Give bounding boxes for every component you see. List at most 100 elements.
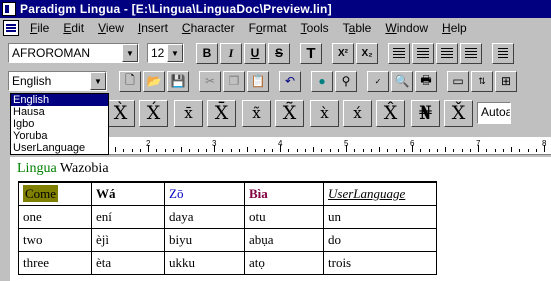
font-size-select[interactable]: 12 ▼ bbox=[147, 43, 184, 63]
table-cell[interactable]: atọ bbox=[244, 250, 324, 275]
ruler-tick bbox=[139, 149, 141, 152]
superscript-button[interactable]: X² bbox=[332, 42, 354, 64]
font-select[interactable]: AFROROMAN ▼ bbox=[8, 43, 139, 63]
table-cell[interactable]: Bìa bbox=[244, 181, 324, 206]
menu-character[interactable]: Character bbox=[175, 19, 242, 37]
table-cell[interactable]: daya bbox=[164, 204, 245, 229]
open-button[interactable]: 📂 bbox=[143, 70, 165, 92]
table-cell[interactable]: Come bbox=[18, 181, 92, 206]
document-icon[interactable] bbox=[3, 20, 19, 36]
italic-button[interactable]: I bbox=[220, 42, 242, 64]
chevron-down-icon[interactable]: ▼ bbox=[167, 44, 183, 62]
table-cell[interactable]: abụa bbox=[244, 227, 324, 252]
spell-check-icon: ✓ bbox=[374, 76, 382, 86]
ruler-tick bbox=[222, 149, 224, 152]
table-cell[interactable]: UserLanguage bbox=[323, 181, 437, 206]
web-button[interactable]: ● bbox=[311, 70, 333, 92]
language-option-igbo[interactable]: Igbo bbox=[11, 118, 108, 130]
find-button[interactable]: ⚲ bbox=[335, 70, 357, 92]
menu-help[interactable]: Help bbox=[435, 19, 474, 37]
language-option-hausa[interactable]: Hausa bbox=[11, 106, 108, 118]
menu-tools[interactable]: Tools bbox=[294, 19, 336, 37]
table-cell[interactable]: Wá bbox=[91, 181, 165, 206]
table-cell[interactable]: biyu bbox=[164, 227, 245, 252]
heading-word-lingua: Lingua bbox=[17, 161, 57, 176]
table-cell[interactable]: trois bbox=[323, 250, 437, 275]
char-button-macron-lower[interactable]: x̄ bbox=[174, 99, 203, 127]
sort-button[interactable]: ⇅ bbox=[471, 70, 493, 92]
table-cell[interactable]: one bbox=[18, 204, 92, 229]
style-select[interactable]: Autoa bbox=[477, 102, 511, 124]
menu-view[interactable]: View bbox=[91, 19, 131, 37]
table-cell[interactable]: èta bbox=[91, 250, 165, 275]
language-option-userlanguage[interactable]: UserLanguage bbox=[11, 142, 108, 154]
table-cell[interactable]: otu bbox=[244, 204, 324, 229]
menu-file[interactable]: File bbox=[23, 19, 56, 37]
menu-window[interactable]: Window bbox=[378, 19, 435, 37]
char-button-grave-lower[interactable]: x̀ bbox=[310, 99, 339, 127]
table-cell[interactable]: ukku bbox=[164, 250, 245, 275]
table-button[interactable]: ⊞ bbox=[495, 70, 517, 92]
paste-button[interactable]: 📋 bbox=[247, 70, 269, 92]
menu-bar: File Edit View Insert Character Format T… bbox=[0, 18, 551, 38]
justify-button[interactable] bbox=[460, 42, 482, 64]
char-button-macron-upper[interactable]: X̄ bbox=[207, 99, 236, 127]
language-table[interactable]: Come Wá Zō Bìa UserLanguage one ení daya… bbox=[18, 181, 437, 275]
window-icon: ▭ bbox=[452, 74, 464, 88]
document-heading[interactable]: Lingua Wazobia bbox=[17, 161, 109, 177]
menu-insert[interactable]: Insert bbox=[131, 19, 175, 37]
menu-table[interactable]: Table bbox=[336, 19, 379, 37]
table-cell[interactable]: Zō bbox=[164, 181, 245, 206]
style-value: Autoa bbox=[481, 105, 510, 119]
language-dropdown-list[interactable]: English Hausa Igbo Yoruba UserLanguage bbox=[10, 93, 109, 155]
ruler-number: 4 bbox=[278, 139, 283, 148]
menu-edit[interactable]: Edit bbox=[56, 19, 91, 37]
text-tool-button[interactable]: T bbox=[300, 42, 322, 64]
spell-check-button[interactable]: ✓ bbox=[367, 70, 389, 92]
strikethrough-button[interactable]: S bbox=[268, 42, 290, 64]
align-left-button[interactable] bbox=[388, 42, 410, 64]
ruler-tick bbox=[255, 149, 257, 152]
ruler-tick bbox=[115, 147, 116, 152]
table-cell[interactable]: do bbox=[323, 227, 437, 252]
char-button-tilde-upper[interactable]: X̃ bbox=[275, 99, 304, 127]
undo-button[interactable]: ↶ bbox=[279, 70, 301, 92]
char-button-acute-upper[interactable]: X́ bbox=[139, 99, 168, 127]
document-page[interactable]: Lingua Wazobia Come Wá Zō Bìa UserLangua… bbox=[10, 157, 551, 281]
new-document-button[interactable]: 🗋 bbox=[119, 70, 141, 92]
char-button-acute-lower[interactable]: x́ bbox=[343, 99, 372, 127]
language-option-yoruba[interactable]: Yoruba bbox=[11, 130, 108, 142]
app-icon[interactable] bbox=[2, 2, 16, 16]
menu-format[interactable]: Format bbox=[242, 19, 294, 37]
align-center-button[interactable] bbox=[412, 42, 434, 64]
table-cell[interactable]: un bbox=[323, 204, 437, 229]
char-button-caron-upper[interactable]: X̌ bbox=[444, 99, 473, 127]
char-button-grave-upper[interactable]: X̀ bbox=[106, 99, 135, 127]
chevron-down-icon[interactable]: ▼ bbox=[122, 44, 138, 62]
table-cell[interactable]: ení bbox=[91, 204, 165, 229]
cut-button[interactable]: ✂ bbox=[199, 70, 221, 92]
ruler-tick bbox=[172, 149, 174, 152]
print-button[interactable]: 🖶 bbox=[415, 70, 437, 92]
char-button-tilde-lower[interactable]: x̃ bbox=[242, 99, 271, 127]
ruler-tick bbox=[511, 147, 512, 152]
print-preview-button[interactable]: 🔍 bbox=[391, 70, 413, 92]
save-button[interactable]: 💾 bbox=[167, 70, 189, 92]
copy-button[interactable]: ❐ bbox=[223, 70, 245, 92]
table-cell[interactable]: two bbox=[18, 227, 92, 252]
char-button-circumflex-upper[interactable]: X̂ bbox=[376, 99, 405, 127]
window-button[interactable]: ▭ bbox=[447, 70, 469, 92]
align-right-button[interactable] bbox=[436, 42, 458, 64]
char-button-naira[interactable]: ₦ bbox=[411, 99, 440, 127]
language-option-english[interactable]: English bbox=[11, 94, 108, 106]
bold-button[interactable]: B bbox=[196, 42, 218, 64]
underline-button[interactable]: U bbox=[244, 42, 266, 64]
list-button[interactable] bbox=[492, 42, 514, 64]
table-cell[interactable]: three bbox=[18, 250, 92, 275]
subscript-button[interactable]: X₂ bbox=[356, 42, 378, 64]
language-select[interactable]: English ▼ bbox=[8, 71, 107, 91]
ruler-tick bbox=[445, 147, 446, 152]
table-cell[interactable]: èjì bbox=[91, 227, 165, 252]
ruler-tick bbox=[453, 149, 455, 152]
chevron-down-icon[interactable]: ▼ bbox=[90, 72, 106, 90]
